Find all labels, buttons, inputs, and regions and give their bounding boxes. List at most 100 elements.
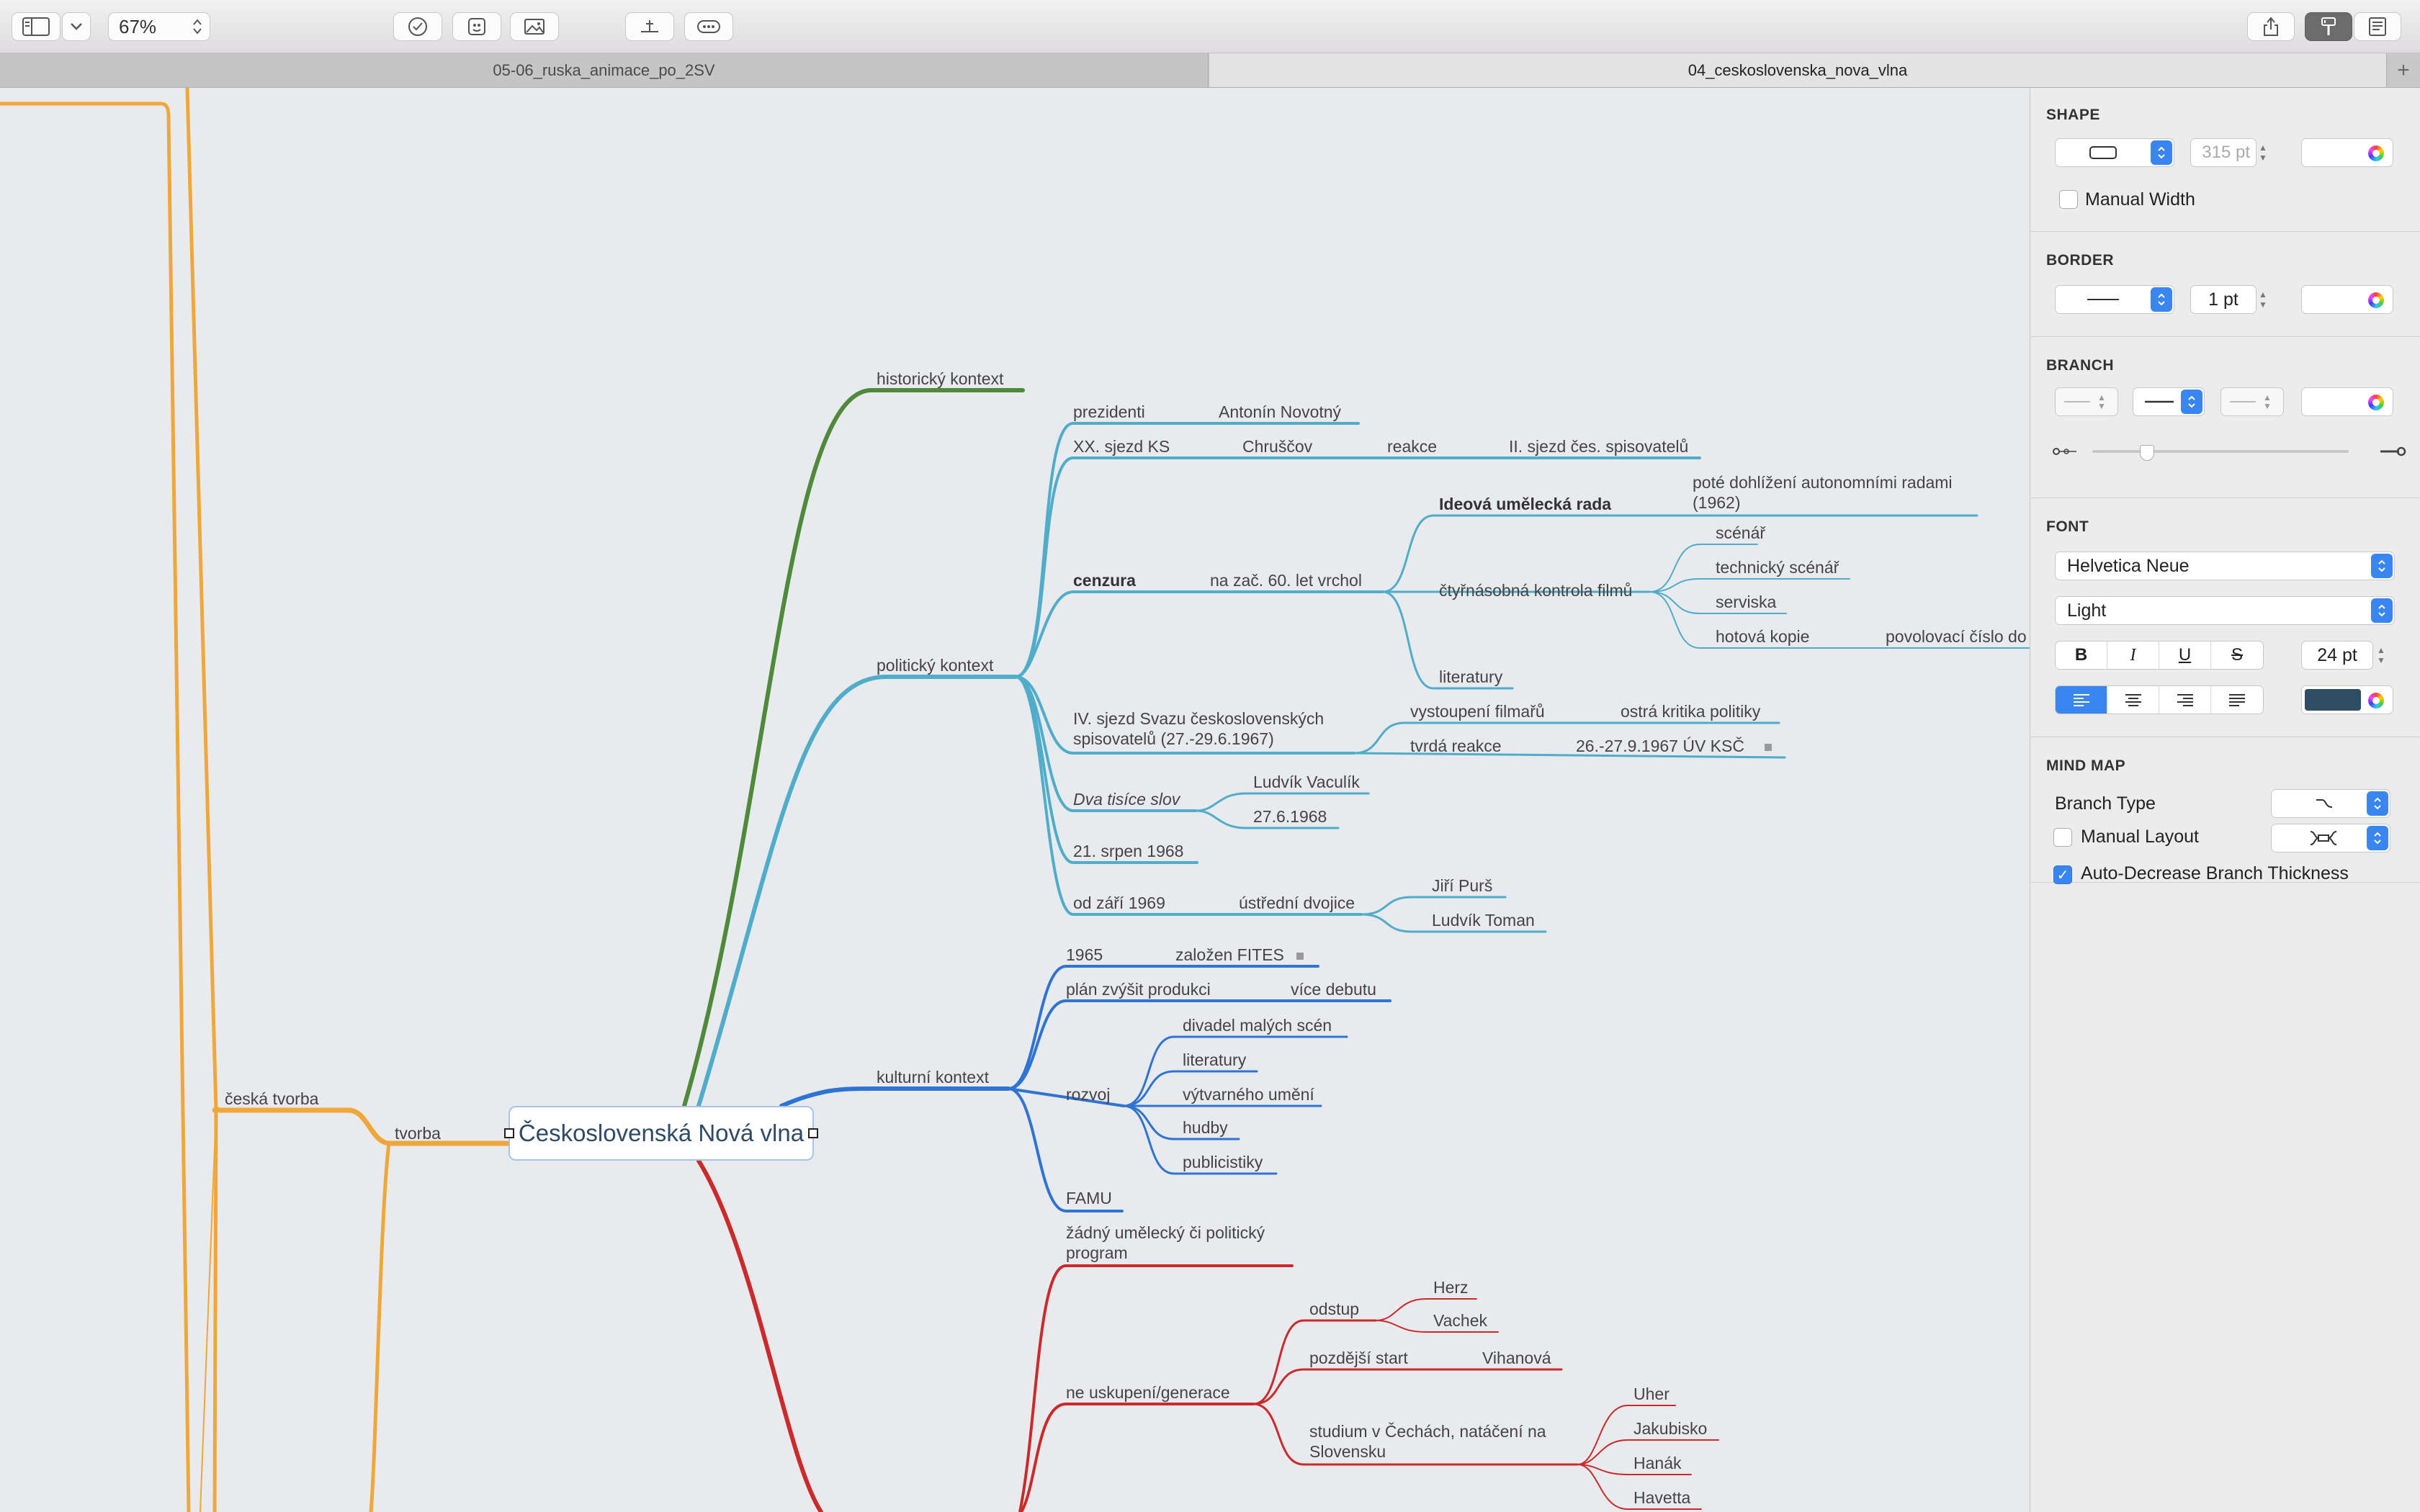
topic-prezidenti[interactable]: prezidenti bbox=[1073, 402, 1145, 422]
image-button[interactable] bbox=[510, 12, 559, 41]
topic-historicky-kontext[interactable]: historický kontext bbox=[877, 369, 1003, 389]
branch-line-start-select[interactable]: ▲ ▼ bbox=[2055, 387, 2118, 416]
format-button[interactable] bbox=[2305, 12, 2352, 41]
topic-ostra-kritika[interactable]: ostrá kritika politiky bbox=[1621, 701, 1760, 721]
topic-plan[interactable]: plán zvýšit produkci bbox=[1066, 979, 1211, 999]
share-button[interactable] bbox=[2247, 12, 2295, 41]
topic-od-zari-1969[interactable]: od září 1969 bbox=[1073, 893, 1165, 913]
topic-hotova-kopie[interactable]: hotová kopie bbox=[1716, 626, 1809, 647]
align-left-button[interactable] bbox=[2056, 686, 2107, 714]
topic-serviska[interactable]: serviska bbox=[1716, 592, 1776, 612]
sidebar-toggle-button[interactable] bbox=[12, 12, 60, 41]
add-subtopic-button[interactable] bbox=[625, 12, 674, 41]
topic-vytvarneho[interactable]: výtvarného umění bbox=[1183, 1084, 1314, 1104]
topic-divadel[interactable]: divadel malých scén bbox=[1183, 1015, 1332, 1035]
branch-thickness-slider[interactable] bbox=[2092, 445, 2349, 467]
topic-jakubisko[interactable]: Jakubisko bbox=[1634, 1418, 1707, 1439]
topic-toman[interactable]: Ludvík Toman bbox=[1432, 910, 1535, 930]
font-style-select[interactable]: Light bbox=[2055, 596, 2395, 625]
topic-iv-sjezd[interactable]: IV. sjezd Svazu československých spisova… bbox=[1073, 708, 1347, 749]
underline-button[interactable]: U bbox=[2159, 642, 2211, 669]
topic-pote-dohlizeni[interactable]: poté dohlížení autonomními radami (1962) bbox=[1693, 472, 1988, 513]
auto-decrease-checkbox[interactable]: ✓ bbox=[2053, 865, 2072, 884]
topic-uher[interactable]: Uher bbox=[1634, 1384, 1670, 1404]
topic-xx-sjezd[interactable]: XX. sjezd KS bbox=[1073, 436, 1170, 456]
topic-reakce[interactable]: reakce bbox=[1387, 436, 1437, 456]
topic-rozvoj[interactable]: rozvoj bbox=[1066, 1084, 1110, 1104]
topic-literatury-cenzura[interactable]: literatury bbox=[1439, 667, 1502, 687]
border-style-select[interactable] bbox=[2055, 285, 2174, 314]
strikethrough-button[interactable]: S bbox=[2211, 642, 2263, 669]
align-right-button[interactable] bbox=[2159, 686, 2211, 714]
manual-layout-checkbox[interactable] bbox=[2053, 828, 2072, 847]
slider-knob[interactable] bbox=[2140, 445, 2154, 461]
topic-1965[interactable]: 1965 bbox=[1066, 945, 1103, 965]
topic-vaculik[interactable]: Ludvík Vaculík bbox=[1253, 772, 1360, 792]
topic-chruscov[interactable]: Chruščov bbox=[1242, 436, 1312, 456]
topic-vice-debutu[interactable]: více debutu bbox=[1291, 979, 1376, 999]
topic-pozdejsi-start[interactable]: pozdější start bbox=[1309, 1348, 1408, 1368]
font-family-select[interactable]: Helvetica Neue bbox=[2055, 552, 2395, 580]
manual-width-checkbox[interactable] bbox=[2059, 190, 2078, 209]
topic-ii-sjezd[interactable]: II. sjezd čes. spisovatelů bbox=[1509, 436, 1688, 456]
relationship-button[interactable] bbox=[684, 12, 733, 41]
topic-vachek[interactable]: Vachek bbox=[1433, 1310, 1487, 1331]
topic-technicky[interactable]: technický scénář bbox=[1716, 557, 1839, 577]
font-size-stepper[interactable]: ▲ ▼ bbox=[2375, 641, 2388, 670]
resize-handle-right[interactable] bbox=[808, 1128, 818, 1138]
topic-uv-ksc[interactable]: 26.-27.9.1967 ÚV KSČ bbox=[1576, 736, 1744, 756]
topic-tvrda-reakce[interactable]: tvrdá reakce bbox=[1410, 736, 1502, 756]
border-width-stepper[interactable]: ▲ ▼ bbox=[2257, 285, 2269, 314]
align-center-button[interactable] bbox=[2107, 686, 2159, 714]
topic-povolovaci[interactable]: povolovací číslo do bbox=[1886, 626, 2027, 647]
topic-ne-uskupeni[interactable]: ne uskupení/generace bbox=[1066, 1382, 1230, 1403]
width-stepper[interactable]: ▲ ▼ bbox=[2257, 138, 2269, 167]
topic-datum-dts[interactable]: 27.6.1968 bbox=[1253, 806, 1327, 827]
topic-hanak[interactable]: Hanák bbox=[1634, 1453, 1681, 1473]
mind-map-canvas[interactable]: česká tvorba tvorba Československá Nová … bbox=[0, 88, 2030, 1512]
layout-select[interactable] bbox=[2271, 824, 2390, 852]
branch-line-end-select[interactable]: ▲ ▼ bbox=[2220, 387, 2284, 416]
font-size-field[interactable]: 24 pt bbox=[2301, 641, 2373, 670]
topic-odstup[interactable]: odstup bbox=[1309, 1299, 1359, 1319]
topic-famu[interactable]: FAMU bbox=[1066, 1188, 1112, 1208]
topic-literatury-rozvoj[interactable]: literatury bbox=[1183, 1050, 1246, 1070]
shape-fill-color[interactable] bbox=[2301, 138, 2393, 167]
branch-line-style-select[interactable] bbox=[2133, 387, 2205, 416]
topic-kulturni-kontext[interactable]: kulturní kontext bbox=[877, 1067, 989, 1087]
text-color[interactable] bbox=[2301, 685, 2393, 714]
topic-ustredni-dvojice[interactable]: ústřední dvojice bbox=[1239, 893, 1355, 913]
branch-type-select[interactable] bbox=[2271, 789, 2390, 818]
note-icon[interactable] bbox=[1296, 953, 1304, 960]
tab-ruska-animace[interactable]: 05-06_ruska_animace_po_2SV bbox=[0, 53, 1209, 87]
italic-button[interactable]: I bbox=[2107, 642, 2159, 669]
resize-handle-left[interactable] bbox=[504, 1128, 514, 1138]
sidebar-menu-button[interactable] bbox=[62, 12, 91, 41]
sticker-button[interactable] bbox=[452, 12, 501, 41]
align-justify-button[interactable] bbox=[2211, 686, 2263, 714]
topic-vystoupeni[interactable]: vystoupení filmařů bbox=[1410, 701, 1545, 721]
note-icon[interactable] bbox=[1765, 744, 1772, 751]
central-topic[interactable]: Československá Nová vlna bbox=[508, 1106, 814, 1161]
topic-fites[interactable]: založen FITES bbox=[1175, 945, 1284, 965]
document-button[interactable] bbox=[2354, 12, 2401, 41]
shape-select[interactable] bbox=[2055, 138, 2174, 167]
topic-vihanova[interactable]: Vihanová bbox=[1482, 1348, 1551, 1368]
topic-srpen-1968[interactable]: 21. srpen 1968 bbox=[1073, 841, 1183, 861]
topic-vrchol[interactable]: na zač. 60. let vrchol bbox=[1210, 570, 1362, 590]
topic-studium[interactable]: studium v Čechách, natáčení na Slovensku bbox=[1309, 1421, 1583, 1462]
topic-ctyrnasobna[interactable]: čtyřnásobná kontrola filmů bbox=[1439, 580, 1632, 600]
topic-hudby[interactable]: hudby bbox=[1183, 1117, 1228, 1138]
topic-novotny[interactable]: Antonín Novotný bbox=[1219, 402, 1341, 422]
add-tab-button[interactable]: + bbox=[2386, 53, 2420, 87]
zoom-field[interactable]: 67% bbox=[108, 12, 210, 41]
topic-ceska-tvorba[interactable]: česká tvorba bbox=[225, 1089, 318, 1109]
topic-publicistiky[interactable]: publicistiky bbox=[1183, 1152, 1263, 1172]
topic-dva-tisice-slov[interactable]: Dva tisíce slov bbox=[1073, 789, 1180, 809]
topic-scenar[interactable]: scénář bbox=[1716, 523, 1765, 543]
topic-cenzura[interactable]: cenzura bbox=[1073, 570, 1136, 590]
topic-purs[interactable]: Jiří Purš bbox=[1432, 876, 1492, 896]
border-width-field[interactable]: 1 pt bbox=[2190, 285, 2257, 314]
tab-ceskoslovenska-nova-vlna[interactable]: 04_ceskoslovenska_nova_vlna bbox=[1209, 53, 2386, 87]
bold-button[interactable]: B bbox=[2056, 642, 2107, 669]
